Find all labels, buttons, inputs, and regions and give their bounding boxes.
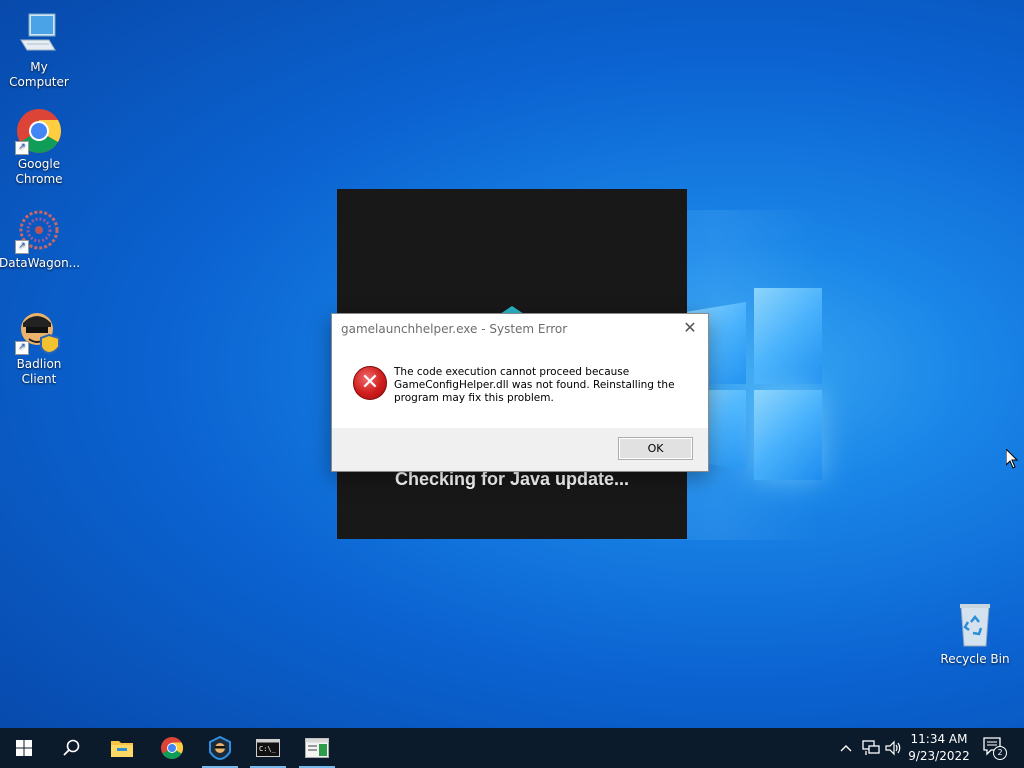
recycle-bin-icon [951, 602, 999, 650]
desktop-icon-datawagon[interactable]: ↗ DataWagon... [0, 206, 81, 271]
desktop-icon-label: DataWagon... [0, 256, 81, 270]
show-hidden-icons-button[interactable] [836, 728, 856, 768]
desktop-icon-label: Recycle Bin [940, 652, 1010, 666]
network-button[interactable] [860, 728, 882, 768]
dialog-titlebar[interactable]: gamelaunchhelper.exe - System Error ✕ [332, 314, 708, 344]
system-error-dialog[interactable]: gamelaunchhelper.exe - System Error ✕ ✕ … [331, 313, 709, 472]
terminal-icon: C:\_ [256, 739, 280, 757]
shortcut-arrow-icon: ↗ [15, 240, 29, 254]
dialog-footer: OK [332, 428, 708, 471]
desktop-icon-recycle-bin[interactable]: Recycle Bin [935, 602, 1015, 667]
action-center-button[interactable]: 2 [982, 736, 1007, 760]
search-icon [63, 739, 80, 756]
svg-text:C:\_: C:\_ [259, 745, 277, 753]
speaker-icon [885, 740, 901, 756]
taskbar-chrome[interactable] [148, 728, 196, 768]
mouse-cursor-icon [1005, 447, 1019, 469]
clock[interactable]: 11:34 AM 9/23/2022 [906, 731, 972, 765]
taskbar-terminal[interactable]: C:\_ [244, 728, 292, 768]
desktop-icon-google-chrome[interactable]: ↗ Google Chrome [0, 107, 79, 187]
badlion-icon [209, 736, 231, 760]
dialog-title: gamelaunchhelper.exe - System Error [341, 322, 568, 336]
desktop-icon-badlion-client[interactable]: ↗ Badlion Client [0, 307, 79, 387]
computer-icon [15, 10, 63, 58]
network-icon [862, 740, 880, 755]
clock-date: 9/23/2022 [908, 749, 970, 763]
clock-time: 11:34 AM [910, 732, 968, 746]
taskbar-window-app[interactable] [293, 728, 341, 768]
ok-button[interactable]: OK [618, 437, 693, 460]
shortcut-arrow-icon: ↗ [15, 141, 29, 155]
splash-status-text: Checking for Java update... [394, 469, 630, 489]
close-icon[interactable]: ✕ [680, 318, 700, 338]
desktop-icon-my-computer[interactable]: My Computer [0, 10, 79, 90]
datawagon-icon: ↗ [15, 206, 63, 254]
volume-button[interactable] [883, 728, 905, 768]
chrome-icon: ↗ [15, 107, 63, 155]
desktop-icon-label: Badlion Client [16, 357, 62, 386]
error-icon: ✕ [353, 366, 387, 400]
start-button[interactable] [0, 728, 48, 768]
chevron-up-icon [840, 745, 852, 752]
taskbar-file-explorer[interactable] [98, 728, 146, 768]
shortcut-arrow-icon: ↗ [15, 341, 29, 355]
window-app-icon [305, 738, 329, 758]
desktop-icon-label: My Computer [9, 60, 69, 89]
start-icon [16, 740, 32, 756]
chrome-icon [161, 737, 183, 759]
search-button[interactable] [48, 728, 96, 768]
badlion-icon: ↗ [15, 307, 63, 355]
dialog-message: The code execution cannot proceed becaus… [394, 366, 675, 404]
dialog-body: ✕ The code execution cannot proceed beca… [332, 344, 708, 428]
notification-count-badge: 2 [993, 746, 1007, 760]
file-explorer-icon [111, 741, 133, 757]
desktop-icon-label: Google Chrome [15, 157, 63, 186]
taskbar-badlion[interactable] [196, 728, 244, 768]
taskbar: C:\_ 11:34 AM 9/23/2022 2 [0, 728, 1024, 768]
